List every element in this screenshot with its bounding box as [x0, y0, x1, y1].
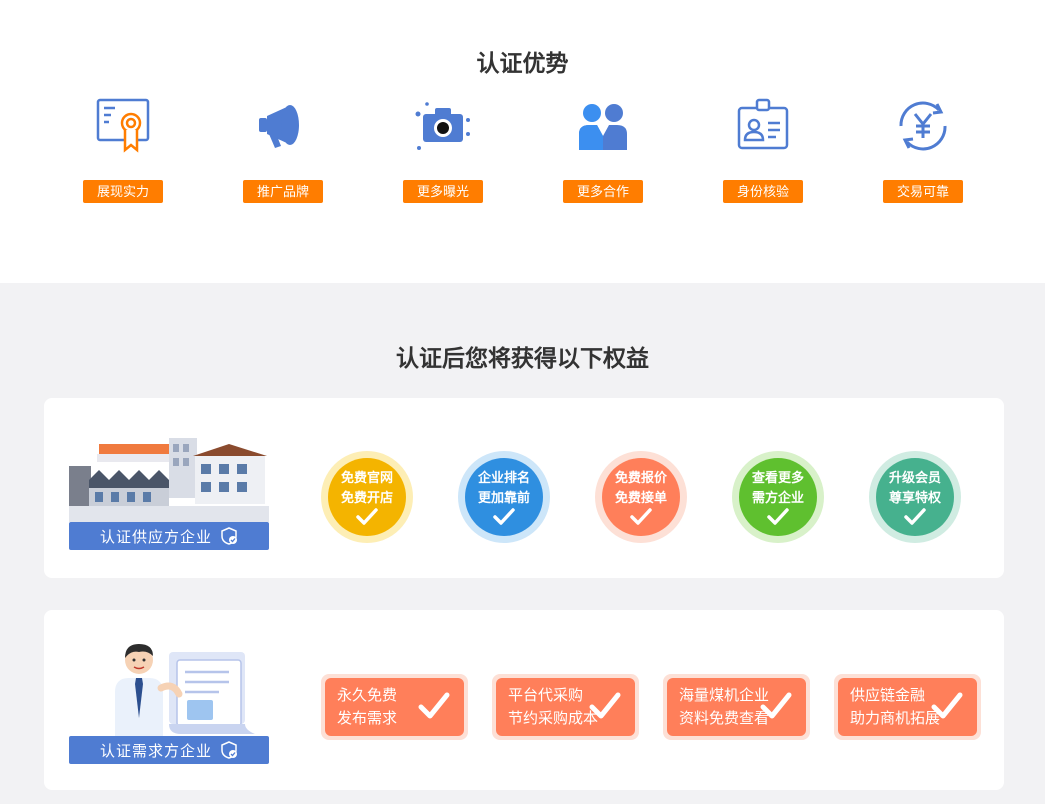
- benefit-circle: 查看更多 需方企业: [732, 451, 824, 543]
- advantage-label: 更多曝光: [403, 180, 483, 203]
- handshake-people-icon: [573, 96, 633, 156]
- buyer-illustration: 认证需求方企业: [69, 638, 269, 764]
- benefit-line: 查看更多: [752, 468, 804, 488]
- benefit-circle: 升级会员 尊享特权: [869, 451, 961, 543]
- certificate-icon: [93, 96, 153, 156]
- benefit-line: 尊享特权: [889, 488, 941, 508]
- advantage-label: 交易可靠: [883, 180, 963, 203]
- benefit-line: 免费官网: [341, 468, 393, 488]
- megaphone-icon: [253, 96, 313, 156]
- supplier-benefits-card: 认证供应方企业 免费官网 免费开店 企业排名 更加靠前 免: [44, 398, 1004, 578]
- buyer-benefits-list: 永久免费 发布需求 平台代采购 节约采购成本 海量煤机企业 资料免费查看: [321, 674, 981, 740]
- advantages-row: 展现实力 推广品牌: [43, 96, 1003, 203]
- enterprise-verified-icon: [220, 527, 238, 545]
- benefit-line: 永久免费: [337, 684, 397, 707]
- benefit-circle: 免费报价 免费接单: [595, 451, 687, 543]
- check-icon: [589, 692, 621, 720]
- advantage-label: 推广品牌: [243, 180, 323, 203]
- check-icon: [931, 692, 963, 720]
- benefit-line: 免费接单: [615, 488, 667, 508]
- advantage-label: 展现实力: [83, 180, 163, 203]
- benefit-line: 平台代采购: [508, 684, 598, 707]
- benefit-line: 发布需求: [337, 707, 397, 730]
- benefit-box: 供应链金融 助力商机拓展: [834, 674, 981, 740]
- benefit-line: 免费开店: [341, 488, 393, 508]
- businessman-document-icon: [69, 638, 269, 736]
- check-icon: [493, 508, 515, 526]
- factory-buildings-icon: [69, 436, 269, 522]
- benefit-box: 永久免费 发布需求: [321, 674, 468, 740]
- benefit-circle: 企业排名 更加靠前: [458, 451, 550, 543]
- benefit-line: 供应链金融: [850, 684, 940, 707]
- benefit-box: 平台代采购 节约采购成本: [492, 674, 639, 740]
- benefit-line: 企业排名: [478, 468, 530, 488]
- advantage-item: 更多曝光: [363, 96, 523, 203]
- advantage-item: 推广品牌: [203, 96, 363, 203]
- check-icon: [630, 508, 652, 526]
- advantage-item: 更多合作: [523, 96, 683, 203]
- advantage-item: 身份核验: [683, 96, 843, 203]
- benefit-line: 资料免费查看: [679, 707, 769, 730]
- check-icon: [760, 692, 792, 720]
- advantages-section: 认证优势 展现实力: [0, 0, 1045, 283]
- benefit-line: 需方企业: [752, 488, 804, 508]
- id-card-icon: [733, 96, 793, 156]
- yuan-exchange-icon: [893, 96, 953, 156]
- buyer-badge: 认证需求方企业: [69, 736, 269, 764]
- benefit-line: 助力商机拓展: [850, 707, 940, 730]
- buyer-badge-label: 认证需求方企业: [100, 740, 212, 761]
- buyer-benefits-card: 认证需求方企业 永久免费 发布需求 平台代采购 节约采购成本: [44, 610, 1004, 790]
- benefit-circle: 免费官网 免费开店: [321, 451, 413, 543]
- advantage-label: 更多合作: [563, 180, 643, 203]
- advantage-label: 身份核验: [723, 180, 803, 203]
- benefit-box: 海量煤机企业 资料免费查看: [663, 674, 810, 740]
- supplier-benefits-list: 免费官网 免费开店 企业排名 更加靠前 免费报价 免费接单 查看更多 需方企业: [321, 451, 961, 543]
- enterprise-verified-icon: [220, 741, 238, 759]
- check-icon: [904, 508, 926, 526]
- camera-icon: [413, 96, 473, 156]
- check-icon: [356, 508, 378, 526]
- advantages-title: 认证优势: [0, 44, 1045, 78]
- benefit-line: 节约采购成本: [508, 707, 598, 730]
- supplier-badge: 认证供应方企业: [69, 522, 269, 550]
- advantage-item: 交易可靠: [843, 96, 1003, 203]
- benefit-line: 海量煤机企业: [679, 684, 769, 707]
- check-icon: [418, 692, 450, 720]
- benefit-line: 免费报价: [615, 468, 667, 488]
- benefits-title: 认证后您将获得以下权益: [0, 339, 1045, 373]
- advantage-item: 展现实力: [43, 96, 203, 203]
- benefit-line: 更加靠前: [478, 488, 530, 508]
- check-icon: [767, 508, 789, 526]
- benefit-line: 升级会员: [889, 468, 941, 488]
- supplier-illustration: 认证供应方企业: [69, 436, 269, 550]
- supplier-badge-label: 认证供应方企业: [100, 526, 212, 547]
